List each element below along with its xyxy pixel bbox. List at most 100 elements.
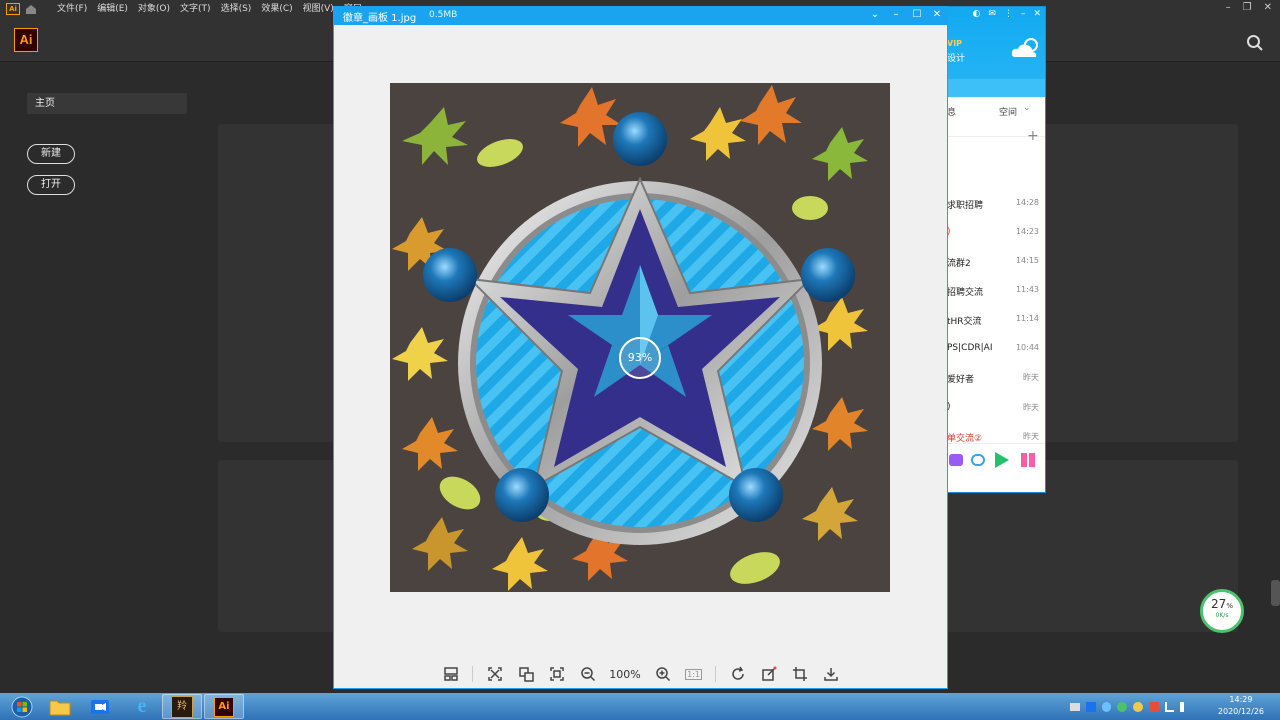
chat-list-item[interactable]: 单交流② 昨天 [947,422,1045,451]
chat-item-time: 11:43 [1015,285,1039,294]
translate-icon [518,667,534,682]
tab-messages[interactable]: 息 [947,105,956,118]
open-button[interactable]: 打开 [27,175,75,195]
viewer-toolbar: 100% 1:1 [334,659,947,689]
taskbar-meeting[interactable] [80,694,120,719]
maximize-icon[interactable]: ☐ [911,9,923,21]
menu-effect[interactable]: 效果(C) [256,0,297,18]
search-icon[interactable] [1246,34,1264,52]
chat-list-item[interactable]: tHR交流 11:14 [947,305,1045,334]
minimize-icon[interactable]: – [890,9,902,21]
translate-button[interactable] [510,662,541,686]
chevron-down-icon[interactable]: ⌄ [1023,103,1031,113]
zoom-in-button[interactable] [647,662,678,686]
close-icon[interactable]: ✕ [1033,9,1041,23]
add-icon[interactable]: + [1027,128,1039,144]
tray-icon-security[interactable] [1117,702,1127,712]
taskbar-illustrator[interactable]: Ai [204,694,244,719]
taskbar-ie[interactable]: e [122,694,162,719]
start-button[interactable] [2,694,42,719]
minimize-icon[interactable]: – [1021,9,1026,23]
chat-item-time: 14:15 [1015,256,1039,265]
menu-edit[interactable]: 编辑(E) [92,0,133,18]
tray-icon-update[interactable] [1133,702,1143,712]
ai-taskbar-icon: Ai [214,696,234,717]
zoom-out-icon [580,667,595,682]
scan-icon [487,667,502,681]
chat-search-bar[interactable] [947,79,1045,97]
viewer-title: 徽章_画板 1.jpg [343,13,417,24]
network-icon[interactable] [1164,702,1175,712]
chat-list-item[interactable]: 流群2 14:15 [947,247,1045,276]
chat-window-controls: ◐ ✉ ⋮ – ✕ [947,9,1045,23]
loading-progress: 93% [619,337,661,379]
chat-list-item[interactable]: 招聘交流 11:43 [947,276,1045,305]
download-button[interactable] [815,662,846,686]
video-icon [91,699,109,714]
tray-icon-qq[interactable] [1101,702,1112,712]
thumbnails-button[interactable] [435,662,466,686]
chat-item-name: 流群2 [947,259,971,269]
toolbar-divider [472,666,473,682]
menu-select[interactable]: 选择(S) [216,0,257,18]
close-icon[interactable]: ✕ [1264,2,1272,13]
chat-item-time: 昨天 [1023,373,1039,382]
chat-list-item[interactable]: ) 14:23 [947,218,1045,247]
system-clock[interactable]: 14:29 2020/12/26 [1218,694,1264,718]
menu-type[interactable]: 文字(T) [175,0,216,18]
minimize-icon[interactable]: – [1226,2,1231,13]
chat-list-item[interactable]: 求职招聘 14:28 [947,189,1045,218]
taskbar-explorer[interactable] [40,694,80,719]
tray-icon-keyboard[interactable] [1070,703,1080,711]
rotate-icon [731,666,744,680]
scrollbar[interactable] [1271,580,1280,606]
network-speed-widget[interactable]: 27% 0K/s [1200,589,1244,633]
tab-space[interactable]: 空间 [999,105,1017,118]
chat-item-name: 单交流② [947,434,983,444]
taskbar-game[interactable]: 羚 [162,694,202,719]
download-icon [823,668,838,681]
folder-icon [49,700,71,715]
mail-icon[interactable]: ✉ [988,9,996,23]
play-icon[interactable] [995,452,1009,468]
menu-file[interactable]: 文件(F) [52,0,92,18]
zoom-out-button[interactable] [572,662,603,686]
viewer-titlebar: 徽章_画板 1.jpg 0.5MB ⌄ – ☐ ✕ [334,7,947,25]
system-tray [1070,700,1191,714]
crop-button[interactable] [784,662,815,686]
chat-list-item[interactable]: PS|CDR|AI 10:44 [947,334,1045,363]
tray-icon-meeting[interactable] [1085,702,1096,712]
menu-object[interactable]: 对象(O) [133,0,175,18]
chat-panel: ◐ ✉ ⋮ – ✕ VIP 设计 息 空间 ⌄ + 求职招聘 14:28) 14:2… [946,6,1046,493]
more-icon[interactable]: ⋮ [1004,9,1013,23]
restore-icon[interactable]: ❐ [1243,2,1252,13]
skin-icon[interactable]: ◐ [973,9,981,23]
scan-button[interactable] [479,662,510,686]
volume-icon[interactable] [1180,702,1191,712]
tray-icon-alert[interactable] [1148,702,1159,712]
chat-item-name: 爱好者 [947,375,975,385]
sidebar-item-home[interactable]: 主页 [27,93,187,114]
chevron-down-icon[interactable]: ⌄ [869,9,881,21]
edit-button[interactable] [753,662,784,686]
rotate-button[interactable] [722,662,753,686]
game-icon[interactable] [949,454,963,466]
actual-size-button[interactable]: 1:1 [678,662,709,686]
home-icon[interactable] [24,3,38,15]
clock-date: 2020/12/26 [1217,707,1264,716]
chat-signature: 设计 [947,54,966,64]
close-icon[interactable]: ✕ [931,9,943,21]
new-button[interactable]: 新建 [27,144,75,164]
chat-item-time: 14:23 [1015,227,1039,236]
fit-window-button[interactable] [541,662,572,686]
chat-list-item[interactable]: ) 昨天 [947,393,1045,422]
fit-icon [549,667,564,681]
cloud-icon[interactable] [971,454,985,466]
clock-time: 14:29 [1229,695,1253,704]
chat-item-time: 昨天 [1023,403,1039,412]
ai-window-controls: – ❐ ✕ [1226,0,1272,14]
weather-icon[interactable] [1009,35,1043,61]
apps-grid-icon[interactable] [1021,453,1035,467]
chat-list-item[interactable]: 爱好者 昨天 [947,363,1045,392]
windows-logo-icon [11,696,33,717]
